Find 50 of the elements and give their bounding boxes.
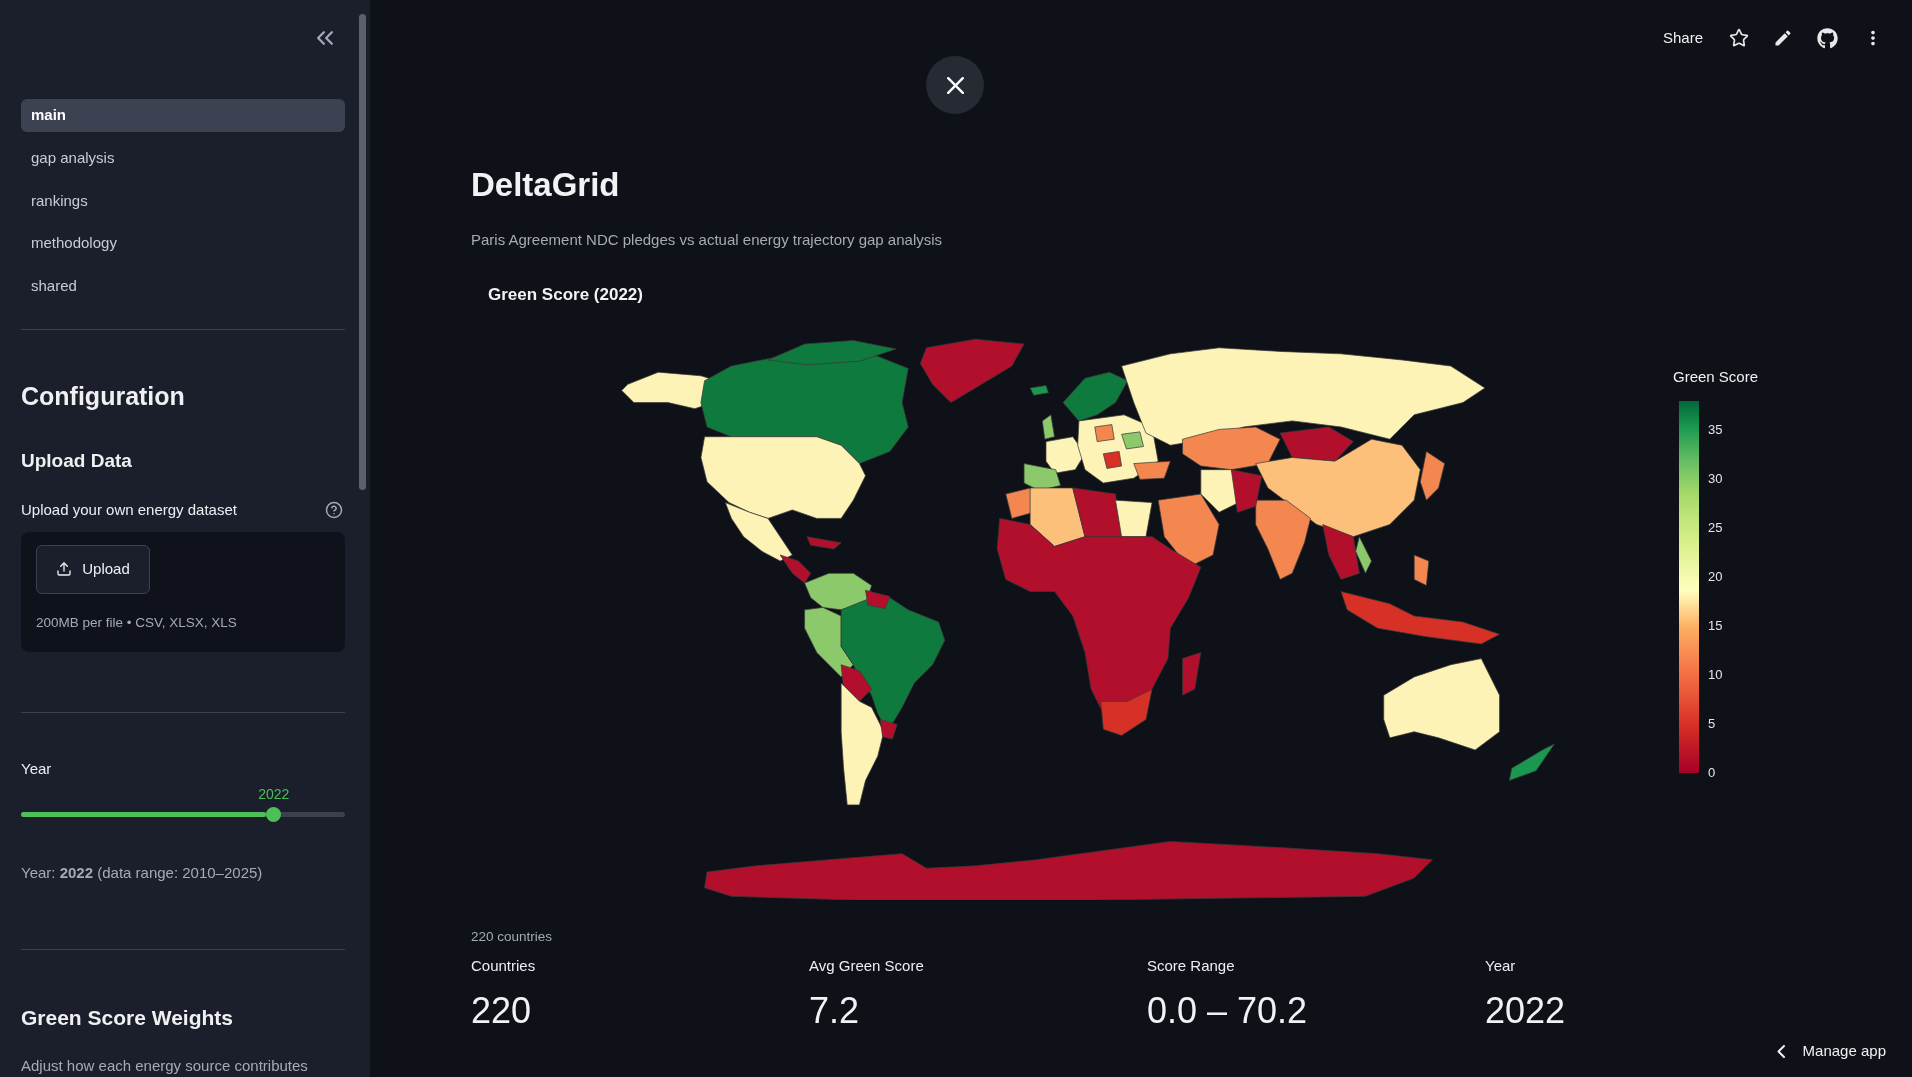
- legend-tick-label: 0: [1708, 765, 1716, 781]
- close-icon: [946, 76, 964, 94]
- year-note: Year: 2022 (data range: 2010–2025): [21, 862, 263, 883]
- field-label: Upload your own energy dataset: [21, 499, 237, 520]
- manage-app-button[interactable]: Manage app: [1776, 1037, 1886, 1065]
- nav-link[interactable]: main: [21, 99, 345, 132]
- section-heading: Configuration: [21, 380, 185, 412]
- legend-tick-label: 5: [1708, 716, 1716, 732]
- collapse-sidebar-icon[interactable]: [317, 31, 333, 45]
- scrollbar-thumb[interactable]: [359, 14, 366, 490]
- nav-link[interactable]: shared: [21, 269, 345, 303]
- legend-tick-label: 30: [1708, 471, 1723, 487]
- upload-icon: [56, 561, 73, 578]
- section-subheading: Upload Data: [21, 448, 132, 473]
- pencil-icon[interactable]: [1773, 28, 1793, 48]
- metric-label: Score Range: [1147, 956, 1235, 976]
- legend-tick-label: 20: [1708, 569, 1723, 585]
- share-link[interactable]: Share: [1662, 26, 1703, 50]
- slider-thumb[interactable]: [266, 806, 282, 822]
- page-title: DeltaGrid: [471, 165, 620, 205]
- github-icon[interactable]: [1817, 27, 1838, 49]
- metric-label: Year: [1485, 956, 1516, 976]
- metric-value: 2022: [1485, 989, 1566, 1033]
- chart-caption: 220 countries: [471, 928, 553, 946]
- nav-link[interactable]: methodology: [21, 227, 345, 261]
- page-subtitle: Paris Agreement NDC pledges vs actual energy trajectory gap analysis: [471, 230, 943, 250]
- section-subheading: Green Score Weights: [21, 1004, 233, 1031]
- metric-value: 220: [471, 989, 532, 1033]
- legend-title: Green Score: [1673, 367, 1759, 387]
- nav-link[interactable]: rankings: [21, 184, 345, 218]
- help-icon[interactable]: [325, 500, 343, 519]
- metric-value: 0.0 – 70.2: [1147, 989, 1308, 1033]
- legend-tick-label: 35: [1708, 422, 1723, 438]
- legend-tick-label: 15: [1708, 618, 1723, 634]
- slider-track[interactable]: [21, 811, 345, 817]
- nav-link[interactable]: gap analysis: [21, 141, 345, 175]
- slider-value: 2022: [258, 784, 290, 803]
- legend-tick-label: 10: [1708, 667, 1723, 683]
- upload-button[interactable]: Upload: [36, 544, 150, 594]
- file-dropzone[interactable]: Upload 200MB per file • CSV, XLSX, XLS: [21, 531, 345, 652]
- metric-label: Avg Green Score: [809, 956, 924, 976]
- chart-title: Green Score (2022): [488, 284, 643, 306]
- legend-tick-label: 25: [1708, 520, 1723, 536]
- chevron-left-icon: [1776, 1044, 1785, 1058]
- upload-caption: 200MB per file • CSV, XLSX, XLS: [36, 613, 237, 632]
- metric-value: 7.2: [809, 989, 860, 1033]
- section-description: Adjust how each energy source contributes: [21, 1055, 308, 1076]
- slider-label: Year: [21, 758, 52, 779]
- star-icon[interactable]: [1729, 28, 1749, 48]
- metric-label: Countries: [471, 956, 536, 976]
